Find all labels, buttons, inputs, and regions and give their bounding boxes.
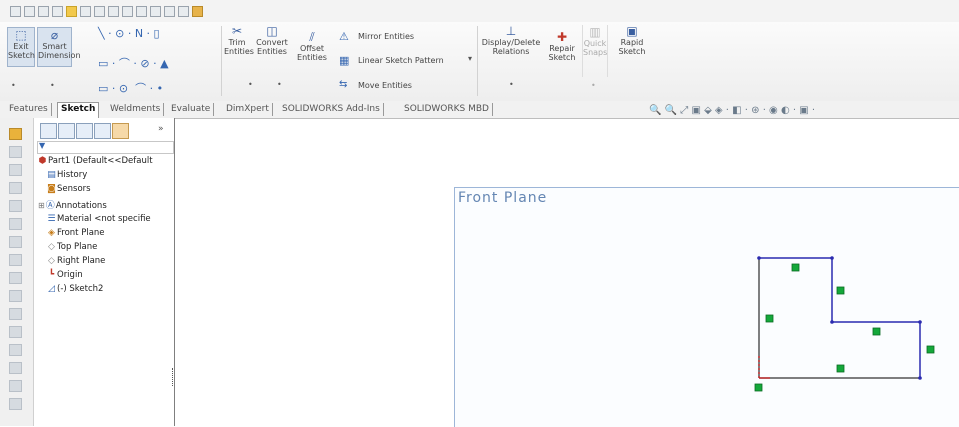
endpoint-marker[interactable] (830, 320, 834, 324)
sketch-endpoints (757, 256, 922, 380)
relation-marker-icon[interactable] (836, 286, 845, 295)
sketch-profile[interactable] (758, 257, 921, 379)
endpoint-marker[interactable] (918, 320, 922, 324)
relation-marker-icon[interactable] (926, 345, 935, 354)
origin-marker (758, 356, 770, 379)
endpoint-marker[interactable] (757, 256, 761, 260)
relation-marker-icon[interactable] (765, 314, 774, 323)
endpoint-marker[interactable] (918, 376, 922, 380)
endpoint-marker[interactable] (830, 256, 834, 260)
relation-marker-icon[interactable] (791, 263, 800, 272)
relation-marker-icon[interactable] (872, 327, 881, 336)
relation-marker-icon[interactable] (754, 383, 763, 392)
sketch-relation-markers (754, 263, 935, 392)
relation-marker-icon[interactable] (836, 364, 845, 373)
sketch-canvas[interactable] (0, 0, 959, 426)
